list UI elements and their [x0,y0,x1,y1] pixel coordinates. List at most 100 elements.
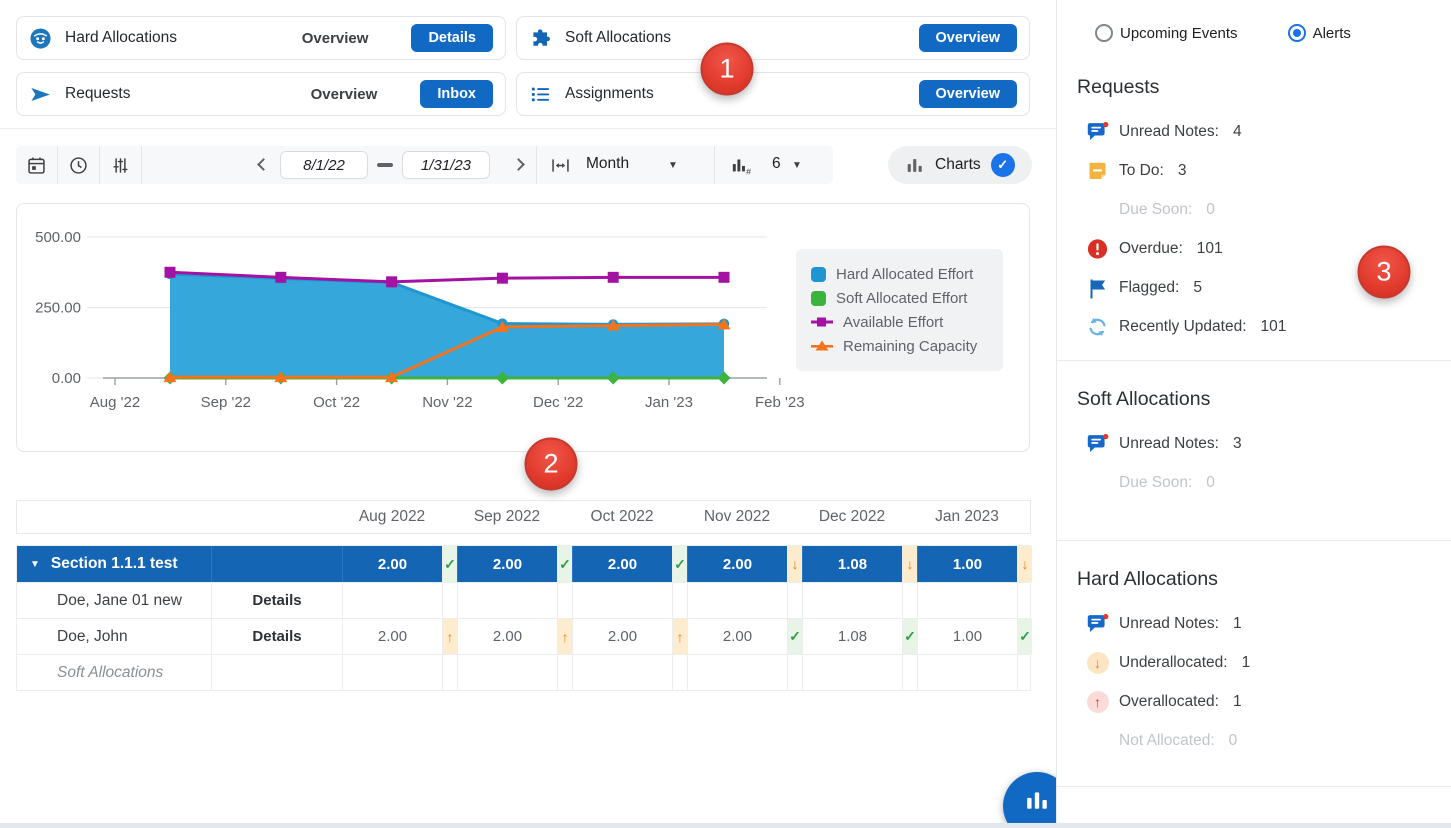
svg-text:250.00: 250.00 [35,300,81,317]
status-down-icon: ↓ [902,546,917,582]
expand-caret-icon[interactable]: ▼ [30,559,40,570]
row-name[interactable]: Soft Allocations [17,655,211,690]
alert-count: 101 [1197,240,1223,258]
legend-item: Available Effort [811,310,993,334]
details-button[interactable]: Details [411,24,493,52]
interval-caret-icon[interactable]: ▼ [668,160,678,171]
alert-item[interactable]: Unread Notes:4 [1057,112,1451,151]
charts-toggle[interactable]: Charts ✓ [888,146,1032,184]
alert-count: 0 [1229,732,1238,750]
status-empty [1017,655,1032,690]
status-up-icon: ↑ [557,619,572,654]
annotation-badge-2: 2 [525,438,578,491]
card-hard-allocations: Hard Allocations Overview Details [16,16,506,60]
alert-item[interactable]: ↓Underallocated:1 [1057,643,1451,682]
status-empty [557,655,572,690]
alert-item[interactable]: To Do:3 [1057,151,1451,190]
section-title: Hard Allocations [1077,568,1451,596]
bar-chart-icon [1025,788,1049,812]
sidebar-section-requests: RequestsUnread Notes:4To Do:3Due Soon:0O… [1057,76,1451,346]
details-link [211,546,342,582]
radio-icon[interactable] [1095,24,1113,42]
radio-alerts[interactable]: Alerts [1288,24,1351,42]
column-width-icon [540,146,581,184]
alert-item[interactable]: Unread Notes:3 [1057,424,1451,463]
notes-icon [1085,432,1110,456]
allocation-value [917,655,1017,690]
clock-icon[interactable] [58,146,99,184]
calendar-icon[interactable] [16,146,57,184]
notes-icon [1085,612,1110,636]
status-check-icon: ✓ [557,546,572,582]
legend-item: Soft Allocated Effort [811,286,993,310]
row-name[interactable]: Doe, John [17,619,211,654]
prev-period-chevron-icon[interactable] [257,158,270,171]
status-empty [442,583,457,618]
allocation-value [342,655,442,690]
interval-select-value[interactable]: Month [586,155,629,173]
svg-text:Sep '22: Sep '22 [201,394,251,411]
next-period-chevron-icon[interactable] [512,158,525,171]
svg-text:Feb '23: Feb '23 [755,394,805,411]
legend-swatch-icon [811,291,826,306]
sliders-icon[interactable] [100,146,141,184]
allocation-value: 2.00 [687,619,787,654]
hardhat-face-icon [29,27,52,50]
status-empty [442,655,457,690]
alert-item[interactable]: Not Allocated:0 [1057,721,1451,760]
status-empty [787,583,802,618]
sidebar-divider [1057,360,1451,361]
details-link[interactable]: Details [211,619,342,654]
svg-text:Dec '22: Dec '22 [533,394,583,411]
no-icon [1085,198,1110,222]
svg-text:500.00: 500.00 [35,229,81,246]
send-icon [29,83,52,106]
allocation-table-header: Aug 2022Sep 2022Oct 2022Nov 2022Dec 2022… [16,500,1031,534]
table-row-soft-allocations: Soft Allocations [17,655,1030,690]
allocation-value [457,583,557,618]
overview-link[interactable]: Overview [302,30,369,47]
card-title: Hard Allocations [65,29,177,47]
overview-button[interactable]: Overview [919,80,1018,108]
status-empty [1017,583,1032,618]
allocation-value [687,583,787,618]
row-name[interactable]: ▼Section 1.1.1 test [17,546,211,582]
inbox-button[interactable]: Inbox [420,80,493,108]
no-icon [1085,729,1110,753]
allocation-value [572,583,672,618]
allocation-value: 2.00 [572,619,672,654]
month-column-header: Oct 2022 [572,501,672,533]
alert-item[interactable]: Due Soon:0 [1057,463,1451,502]
alert-item[interactable]: Due Soon:0 [1057,190,1451,229]
allocation-value: 1.00 [917,546,1017,582]
radio-upcoming-events[interactable]: Upcoming Events [1095,24,1238,42]
svg-text:Nov '22: Nov '22 [422,394,472,411]
status-down-icon: ↓ [787,546,802,582]
status-empty [557,583,572,618]
alert-item[interactable]: ↑Overallocated:1 [1057,682,1451,721]
date-to-input[interactable] [402,151,490,179]
period-count-value[interactable]: 6 [772,155,781,173]
status-check-icon: ✓ [442,546,457,582]
cards-divider [0,128,1056,129]
notes-icon [1085,120,1110,144]
allocation-value: 2.00 [342,546,442,582]
annotation-badge-3: 3 [1358,246,1411,299]
allocation-value: 2.00 [572,546,672,582]
row-name[interactable]: Doe, Jane 01 new [17,583,211,618]
period-count-caret-icon[interactable]: ▼ [792,160,802,171]
overview-button[interactable]: Overview [919,24,1018,52]
allocation-value [802,655,902,690]
date-range-dash [377,163,393,167]
alert-count: 3 [1233,435,1242,453]
alert-count: 0 [1206,201,1215,219]
overview-link[interactable]: Overview [311,86,378,103]
alert-count: 101 [1261,318,1287,336]
bottom-edge-strip [0,823,1451,828]
details-link [211,655,342,690]
date-from-input[interactable] [280,151,368,179]
radio-icon[interactable] [1288,24,1306,42]
alert-item[interactable]: Unread Notes:1 [1057,604,1451,643]
details-link[interactable]: Details [211,583,342,618]
alert-item[interactable]: Recently Updated:101 [1057,307,1451,346]
